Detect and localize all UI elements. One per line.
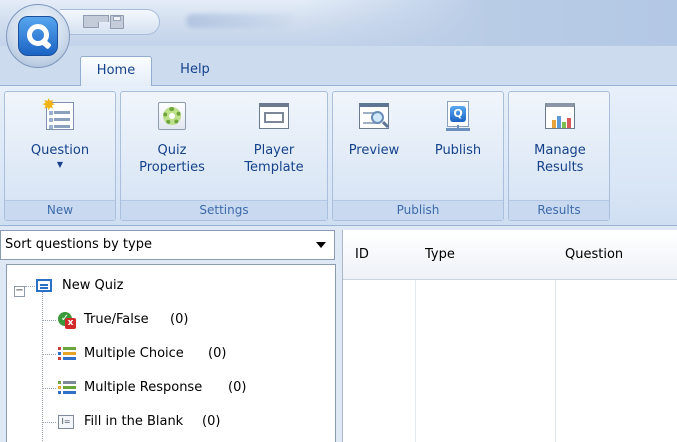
column-header-id[interactable]: ID <box>355 247 369 262</box>
group-label-new: New <box>5 200 115 220</box>
question-icon: ✸ <box>42 97 76 132</box>
tree-item-true-false[interactable]: ✓x True/False (0) <box>7 305 327 335</box>
question-tree: − New Quiz ✓x True/False (0) Multiple Ch… <box>6 264 336 442</box>
chevron-down-icon: ▼ <box>56 160 64 169</box>
title-bar-fill <box>300 0 677 46</box>
tree-item-count: (0) <box>170 312 189 327</box>
question-button[interactable]: ✸ Question ▼ <box>11 97 109 171</box>
collapse-icon[interactable]: − <box>14 286 25 297</box>
quick-access-toolbar <box>60 9 160 35</box>
grid-column-divider <box>555 280 556 442</box>
results-icon <box>544 100 576 132</box>
tree-item-fill-in-the-blank[interactable]: I= Fill in the Blank (0) <box>7 407 327 437</box>
tree-item-multiple-choice[interactable]: Multiple Choice (0) <box>7 339 327 369</box>
fill-blank-icon: I= <box>58 415 74 429</box>
quiz-icon <box>36 279 52 292</box>
column-header-type[interactable]: Type <box>425 247 455 262</box>
group-label-results: Results <box>509 200 609 220</box>
quiz-properties-button[interactable]: Quiz Properties <box>131 100 213 176</box>
tree-root-label: New Quiz <box>62 278 124 293</box>
document-title-blurred <box>186 14 296 28</box>
multiple-choice-icon <box>58 346 76 362</box>
sort-dropdown-value: Sort questions by type <box>5 237 152 252</box>
title-bar <box>0 0 677 46</box>
publish-label: Publish <box>434 143 482 158</box>
tree-item-label: Multiple Choice <box>84 346 184 361</box>
open-folder-icon[interactable] <box>82 14 109 30</box>
tree-item-label: Multiple Response <box>84 380 203 395</box>
template-icon <box>258 100 290 132</box>
application-button[interactable] <box>6 4 70 68</box>
group-label-settings: Settings <box>121 200 327 220</box>
manage-results-label: Manage Results <box>534 143 586 175</box>
tree-item-count: (0) <box>202 414 221 429</box>
gear-icon <box>156 100 188 132</box>
group-label-publish: Publish <box>333 200 503 220</box>
tab-home[interactable]: Home <box>80 56 152 87</box>
preview-button[interactable]: Preview <box>337 100 411 159</box>
quiz-properties-label: Quiz Properties <box>139 143 205 175</box>
true-false-icon: ✓x <box>58 312 76 330</box>
tree-root-new-quiz[interactable]: − New Quiz <box>7 271 327 301</box>
tree-item-label: True/False <box>84 312 149 327</box>
multiple-response-icon <box>58 380 76 396</box>
tree-item-label: Fill in the Blank <box>84 414 184 429</box>
ribbon-group-publish: Preview Q Publish Publish <box>332 91 504 221</box>
publish-icon: Q <box>442 100 474 132</box>
preview-label: Preview <box>348 143 400 158</box>
tab-help[interactable]: Help <box>165 56 225 86</box>
question-button-label: Question <box>30 143 90 158</box>
tree-item-multiple-response[interactable]: Multiple Response (0) <box>7 373 327 403</box>
questions-grid: ID Type Question <box>342 230 677 442</box>
tree-item-count: (0) <box>208 346 227 361</box>
dropdown-arrow-icon <box>316 242 326 248</box>
ribbon: ✸ Question ▼ New Quiz Properties Player … <box>0 86 677 226</box>
grid-column-divider <box>415 280 416 442</box>
app-logo-icon <box>18 16 58 56</box>
ribbon-group-results: Manage Results Results <box>508 91 610 221</box>
sort-dropdown[interactable]: Sort questions by type <box>0 230 335 260</box>
save-icon[interactable] <box>108 14 126 30</box>
ribbon-group-settings: Quiz Properties Player Template Settings <box>120 91 328 221</box>
publish-button[interactable]: Q Publish <box>419 100 497 159</box>
manage-results-button[interactable]: Manage Results <box>515 100 605 176</box>
column-header-question[interactable]: Question <box>565 247 623 262</box>
player-template-button[interactable]: Player Template <box>231 100 317 176</box>
player-template-label: Player Template <box>244 143 304 175</box>
tree-item-count: (0) <box>228 380 247 395</box>
ribbon-tabs: Home Help <box>0 46 677 87</box>
grid-header: ID Type Question <box>343 230 677 280</box>
preview-icon <box>358 100 390 132</box>
ribbon-group-new: ✸ Question ▼ New <box>4 91 116 221</box>
